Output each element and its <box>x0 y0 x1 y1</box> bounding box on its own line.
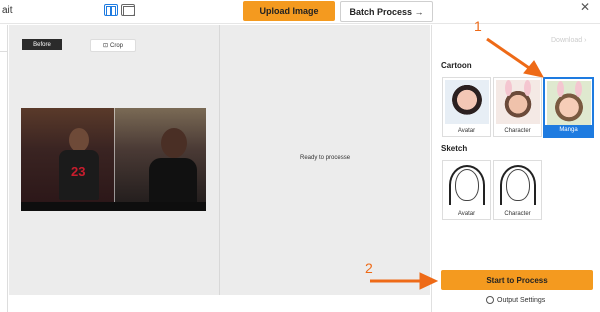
arrow-1-shaft <box>486 37 533 72</box>
annotation-arrows <box>370 37 544 290</box>
arrow-1-head <box>523 60 544 78</box>
arrow-2-head <box>419 272 439 290</box>
